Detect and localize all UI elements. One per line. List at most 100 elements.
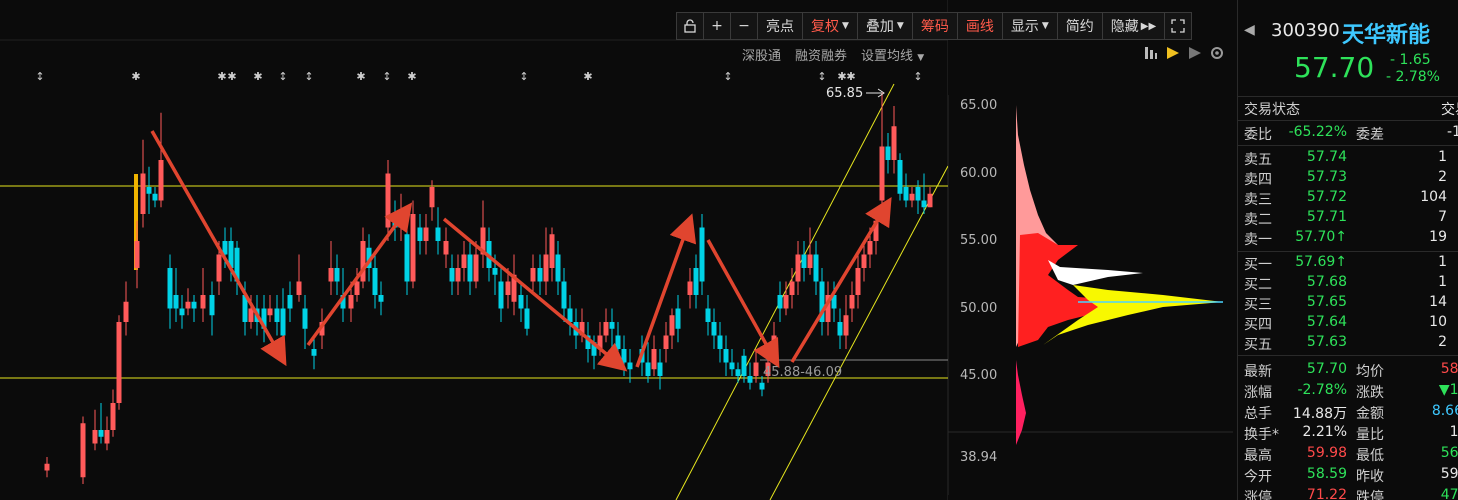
candle-down bbox=[567, 308, 573, 322]
ask-row[interactable]: 卖四 57.73 2 bbox=[1238, 169, 1458, 189]
zoom-in-button[interactable]: + bbox=[703, 12, 731, 40]
candle-down bbox=[777, 295, 783, 309]
brightness-button[interactable]: 亮点 bbox=[757, 12, 803, 40]
set-ma-dropdown[interactable]: 设置均线 ▼ bbox=[861, 45, 924, 64]
candle-up bbox=[216, 254, 222, 282]
high-annotation: 65.85 bbox=[826, 86, 863, 101]
ask-row[interactable]: 卖二 57.71 7 bbox=[1238, 209, 1458, 229]
stat-label: 总手 bbox=[1244, 406, 1272, 422]
candle-down bbox=[372, 268, 378, 295]
stat-value: -2.78% bbox=[1297, 382, 1347, 398]
candle-up bbox=[429, 187, 435, 208]
candle-down bbox=[179, 308, 185, 316]
ask-level-label: 卖五 bbox=[1244, 152, 1272, 168]
chip-flag-gray-icon[interactable] bbox=[1187, 45, 1203, 61]
previous-stock-arrow-icon[interactable]: ◀ bbox=[1244, 22, 1255, 38]
stat-value: 56. bbox=[1440, 445, 1458, 461]
candle-down bbox=[921, 200, 927, 208]
restore-rights-dropdown[interactable]: 复权 ▼ bbox=[802, 12, 858, 40]
fullscreen-button[interactable] bbox=[1164, 12, 1193, 40]
candle-up bbox=[843, 315, 849, 336]
candle-down bbox=[705, 308, 711, 322]
candle-up bbox=[909, 193, 915, 201]
candle-down bbox=[621, 349, 627, 363]
stat-value: 71.22 bbox=[1306, 487, 1347, 500]
candle-down bbox=[146, 187, 152, 194]
candle-down bbox=[609, 322, 615, 329]
chart-toolbar: + − 亮点 复权 ▼ 叠加 ▼ 筹码 画线 显示 ▼ 简约 隐藏 ▶▶ bbox=[676, 12, 1193, 40]
kline-chart[interactable]: ↕ ✱ ✱ ✱ ✱ ↕ ↕ ✱ ↕ ✱ ↕ ✱ ↕ ↕ ✱ ✱ ↕65.8545.88-46.09 bbox=[0, 0, 948, 500]
bid-row[interactable]: 买三 57.65 14 bbox=[1238, 294, 1458, 314]
candle-down bbox=[537, 268, 543, 282]
display-dropdown[interactable]: 显示 ▼ bbox=[1001, 12, 1058, 40]
chip-panel-icons bbox=[1143, 45, 1225, 61]
bid-price: 57.68 bbox=[1306, 274, 1347, 290]
ask-row[interactable]: 卖三 57.72 104 bbox=[1238, 189, 1458, 209]
candle-up bbox=[354, 281, 360, 295]
bid-row[interactable]: 买一 57.69↑ 1 bbox=[1238, 254, 1458, 274]
event-marker: ↕ bbox=[304, 70, 313, 83]
candle-up bbox=[807, 254, 813, 268]
ask-price: 57.71 bbox=[1306, 209, 1347, 225]
candle-up bbox=[927, 193, 933, 208]
candle-down bbox=[518, 295, 524, 309]
margin-trading-link[interactable]: 融资融券 bbox=[795, 45, 847, 64]
trade-status-row: 交易状态 交易 bbox=[1238, 99, 1458, 119]
overlay-dropdown[interactable]: 叠加 ▼ bbox=[856, 12, 913, 40]
lock-button[interactable] bbox=[676, 12, 704, 40]
candle-up bbox=[44, 463, 50, 471]
price-axis-label: 65.00 bbox=[960, 98, 998, 113]
price-axis-label: 45.00 bbox=[960, 368, 998, 383]
candle-up bbox=[158, 160, 164, 201]
simple-button[interactable]: 简约 bbox=[1056, 12, 1103, 40]
candle-down bbox=[747, 376, 753, 383]
bid-level-label: 买二 bbox=[1244, 277, 1272, 293]
stat-label: 昨收 bbox=[1356, 469, 1384, 485]
candle-down bbox=[287, 295, 293, 309]
event-marker: ✱ bbox=[837, 70, 846, 83]
weicha-value: -1 bbox=[1447, 124, 1458, 140]
candle-down bbox=[627, 362, 633, 370]
ask-price: 57.70↑ bbox=[1295, 229, 1347, 245]
bid-row[interactable]: 买五 57.63 2 bbox=[1238, 334, 1458, 354]
candle-up bbox=[549, 234, 555, 268]
zoom-out-button[interactable]: − bbox=[730, 12, 758, 40]
candle-up bbox=[771, 335, 777, 349]
bid-row[interactable]: 买四 57.64 10 bbox=[1238, 314, 1458, 334]
candle-down bbox=[741, 355, 747, 376]
chip-bar-icon[interactable] bbox=[1143, 45, 1159, 61]
draw-line-button[interactable]: 画线 bbox=[956, 12, 1003, 40]
display-label: 显示 bbox=[1010, 19, 1039, 35]
candle-down bbox=[498, 281, 504, 309]
candle-up bbox=[443, 241, 449, 255]
shsz-connect-link[interactable]: 深股通 bbox=[742, 45, 781, 64]
bid-row[interactable]: 买二 57.68 1 bbox=[1238, 274, 1458, 294]
chip-profile-white bbox=[1048, 260, 1143, 285]
ask-row[interactable]: 卖五 57.74 1 bbox=[1238, 149, 1458, 169]
price-axis-label: 38.94 bbox=[960, 449, 998, 465]
event-marker: ↕ bbox=[278, 70, 287, 83]
trade-status-value: 交易 bbox=[1441, 102, 1458, 118]
price-axis-label: 55.00 bbox=[960, 233, 998, 248]
candle-down bbox=[280, 308, 286, 336]
candle-down bbox=[555, 254, 561, 282]
candle-down bbox=[378, 295, 384, 302]
weicha-label: 委差 bbox=[1356, 127, 1384, 143]
candle-up bbox=[200, 295, 206, 309]
ask-level-label: 卖一 bbox=[1244, 232, 1272, 248]
candle-up bbox=[134, 241, 140, 268]
chips-button[interactable]: 筹码 bbox=[911, 12, 958, 40]
hide-button[interactable]: 隐藏 ▶▶ bbox=[1101, 12, 1166, 40]
bid-price: 57.63 bbox=[1306, 334, 1347, 350]
candle-up bbox=[603, 322, 609, 336]
chip-flag-yellow-icon[interactable] bbox=[1165, 45, 1181, 61]
stat-value: 8.66 bbox=[1431, 403, 1458, 419]
ask-row[interactable]: 卖一 57.70↑ 19 bbox=[1238, 229, 1458, 249]
candle-down bbox=[209, 295, 215, 316]
candle-up bbox=[783, 295, 789, 309]
gear-icon[interactable] bbox=[1209, 45, 1225, 61]
candle-down bbox=[417, 227, 423, 241]
candle-up bbox=[669, 315, 675, 336]
candle-down bbox=[699, 227, 705, 282]
stock-name: 天华新能 bbox=[1342, 23, 1431, 48]
